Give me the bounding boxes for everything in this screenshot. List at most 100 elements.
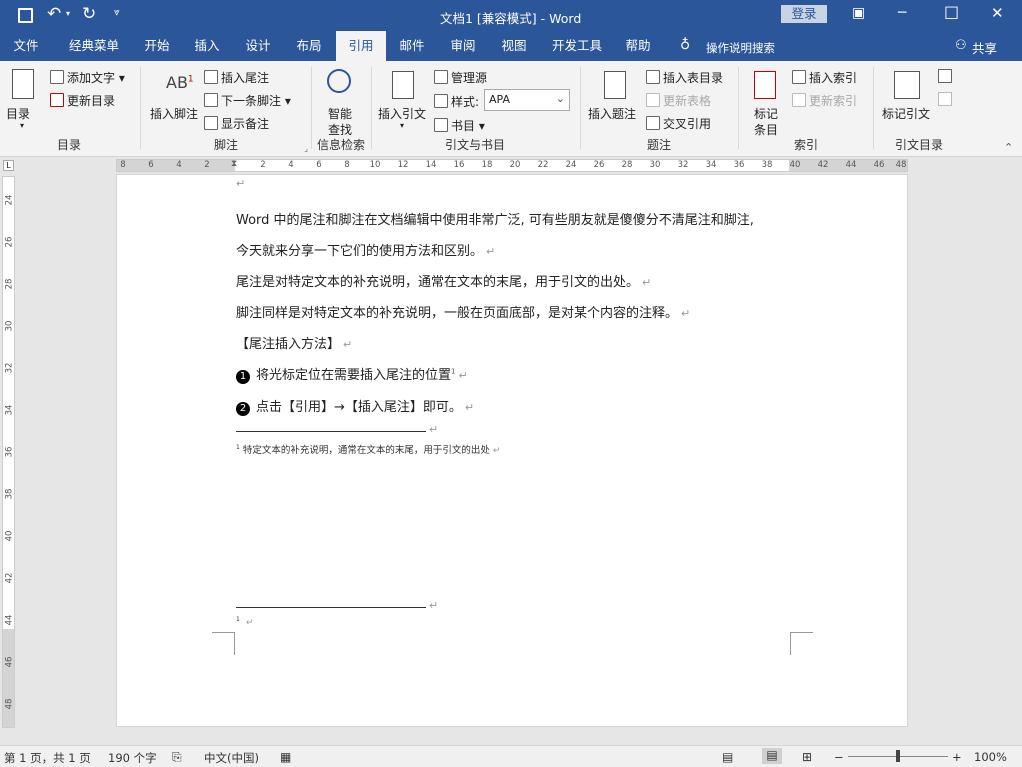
- mark-citation-button[interactable]: 标记引文: [880, 67, 936, 135]
- close-button[interactable]: ✕: [991, 4, 1004, 22]
- save-icon[interactable]: [18, 8, 33, 23]
- ruler-margin-bottom: [3, 629, 14, 727]
- tab-design[interactable]: 设计: [237, 31, 279, 61]
- tab-home[interactable]: 开始: [136, 31, 178, 61]
- zoom-level[interactable]: 100%: [974, 750, 1007, 764]
- citation-style-select[interactable]: APA ⌄: [484, 89, 570, 111]
- zoom-out-button[interactable]: −: [834, 750, 844, 764]
- margin-corner-bottom-right: [790, 632, 813, 655]
- vertical-ruler[interactable]: 24 26 28 30 32 34 36 38 40 42 44 46 48: [2, 176, 15, 728]
- zoom-in-button[interactable]: +: [952, 750, 962, 764]
- separator: [580, 67, 581, 149]
- tab-mailings[interactable]: 邮件: [391, 31, 433, 61]
- insert-tof-button[interactable]: 插入表目录: [646, 69, 723, 86]
- step-number-icon: 1: [236, 370, 250, 384]
- ruler-tick: 40: [789, 160, 801, 170]
- zoom-slider-thumb[interactable]: [896, 750, 900, 762]
- indent-marker-icon[interactable]: ⧗: [231, 159, 237, 169]
- collapse-ribbon-icon[interactable]: ⌃: [1004, 141, 1013, 154]
- login-button[interactable]: 登录: [781, 5, 827, 23]
- insert-index-label: 插入索引: [809, 71, 858, 85]
- cross-reference-button[interactable]: 交叉引用: [646, 115, 711, 132]
- paragraph[interactable]: 尾注是对特定文本的补充说明，通常在文本的末尾，用于引文的出处。 ↵: [236, 271, 651, 290]
- tab-developer[interactable]: 开发工具: [545, 31, 609, 61]
- step-item[interactable]: 2 点击【引用】→【插入尾注】即可。 ↵: [236, 396, 474, 416]
- footnote-dialog-launcher-icon[interactable]: ⌟: [304, 144, 308, 153]
- mark-entry-label-1: 标记: [754, 107, 779, 121]
- tell-me-search[interactable]: 操作说明搜索: [706, 40, 775, 56]
- tab-file[interactable]: 文件: [2, 31, 50, 61]
- step-number-icon: 2: [236, 402, 250, 416]
- insert-caption-button[interactable]: 插入题注: [588, 67, 642, 135]
- tab-classic-menu[interactable]: 经典菜单: [60, 31, 128, 61]
- tab-references[interactable]: 引用: [336, 31, 386, 61]
- update-toc-button[interactable]: 更新目录: [50, 92, 115, 109]
- ribbon-display-icon[interactable]: ▣: [852, 5, 865, 21]
- section-heading[interactable]: 【尾注插入方法】 ↵: [236, 333, 352, 352]
- share-button[interactable]: 共享: [972, 38, 997, 57]
- minimize-button[interactable]: ─: [898, 5, 906, 21]
- show-notes-button[interactable]: 显示备注: [204, 115, 269, 132]
- undo-icon[interactable]: ↶: [47, 4, 61, 24]
- tab-view[interactable]: 视图: [493, 31, 535, 61]
- insert-citation-label: 插入引文: [378, 107, 427, 121]
- paragraph[interactable]: 脚注同样是对特定文本的补充说明，一般在页面底部，是对某个内容的注释。 ↵: [236, 302, 690, 321]
- macro-recording-icon[interactable]: ▦: [280, 750, 291, 764]
- footnote-text[interactable]: 1 ↵: [236, 616, 253, 628]
- update-index-icon: [792, 93, 806, 107]
- toc-button[interactable]: 目录 ▾: [6, 67, 44, 133]
- read-mode-icon[interactable]: ▤: [722, 750, 733, 764]
- group-footnotes: AB1 插入脚注 插入尾注 下一条脚注 ▾ 显示备注 脚注 ⌟: [142, 65, 310, 155]
- insert-footnote-button[interactable]: AB1 插入脚注: [148, 67, 204, 133]
- insert-footnote-label: 插入脚注: [150, 107, 199, 121]
- web-layout-icon[interactable]: ⊞: [802, 750, 812, 764]
- tab-insert[interactable]: 插入: [186, 31, 228, 61]
- paragraph[interactable]: Word 中的尾注和脚注在文档编辑中使用非常广泛, 可有些朋友就是傻傻分不清尾注…: [236, 209, 754, 228]
- ruler-tick: 8: [120, 160, 126, 170]
- undo-dropdown-icon[interactable]: ▾: [66, 9, 70, 18]
- update-toa-icon[interactable]: [938, 92, 952, 106]
- step-item[interactable]: 1 将光标定位在需要插入尾注的位置1 ↵: [236, 364, 468, 384]
- ruler-tick: 36: [733, 160, 745, 170]
- paragraph[interactable]: 今天就来分享一下它们的使用方法和区别。 ↵: [236, 240, 495, 259]
- tab-review[interactable]: 审阅: [442, 31, 484, 61]
- insert-index-button[interactable]: 插入索引: [792, 69, 857, 86]
- tab-help[interactable]: 帮助: [617, 31, 659, 61]
- insert-footnote-icon: AB1: [166, 73, 194, 92]
- bibliography-button[interactable]: 书目 ▾: [434, 117, 485, 134]
- language[interactable]: 中文(中国): [204, 750, 259, 766]
- update-index-button[interactable]: 更新索引: [792, 92, 857, 109]
- tab-layout[interactable]: 布局: [288, 31, 330, 61]
- print-layout-icon[interactable]: ▤: [762, 748, 782, 764]
- maximize-button[interactable]: □: [944, 2, 959, 21]
- manage-sources-button[interactable]: 管理源: [434, 69, 487, 86]
- update-table-button[interactable]: 更新表格: [646, 92, 711, 109]
- bibliography-icon: [434, 118, 448, 132]
- smart-lookup-button[interactable]: 智能 查找: [318, 67, 364, 137]
- insert-toa-icon[interactable]: [938, 69, 952, 83]
- endnote-text[interactable]: 1 特定文本的补充说明，通常在文本的末尾，用于引文的出处 ↵: [236, 442, 500, 456]
- page-count[interactable]: 第 1 页，共 1 页: [4, 750, 91, 766]
- horizontal-ruler[interactable]: 8 6 4 2 ⧗ 2 4 6 8 10 12 14 16 18 20 22 2…: [116, 159, 908, 172]
- next-footnote-button[interactable]: 下一条脚注 ▾: [204, 92, 291, 109]
- add-text-button[interactable]: 添加文字 ▾: [50, 69, 125, 86]
- word-count[interactable]: 190 个字: [108, 750, 157, 766]
- group-captions: 插入题注 插入表目录 更新表格 交叉引用 题注: [582, 65, 736, 155]
- ruler-tick: 44: [845, 160, 857, 170]
- ruler-tick: 16: [453, 160, 465, 170]
- insert-endnote-button[interactable]: 插入尾注: [204, 69, 269, 86]
- insert-tof-label: 插入表目录: [663, 71, 724, 85]
- group-index-label: 索引: [793, 138, 818, 152]
- customize-qat-icon[interactable]: ⩔: [114, 7, 120, 18]
- endnote-reference[interactable]: 1: [451, 368, 455, 376]
- insert-citation-button[interactable]: 插入引文 ▾: [378, 67, 430, 135]
- cross-reference-icon: [646, 116, 660, 130]
- title-bar: ↶ ▾ ↻ ⩔ 文档1 [兼容模式] - Word 登录 ▣ ─ □ ✕: [0, 0, 1022, 31]
- ruler-tick: 6: [148, 160, 154, 170]
- tab-selector-icon[interactable]: L: [3, 160, 14, 171]
- document-page[interactable]: ↵ Word 中的尾注和脚注在文档编辑中使用非常广泛, 可有些朋友就是傻傻分不清…: [116, 174, 908, 727]
- ruler-tick: 38: [761, 160, 773, 170]
- redo-icon[interactable]: ↻: [82, 4, 96, 24]
- proofing-icon[interactable]: ⎘: [172, 750, 182, 765]
- mark-entry-button[interactable]: 标记 条目: [746, 67, 786, 137]
